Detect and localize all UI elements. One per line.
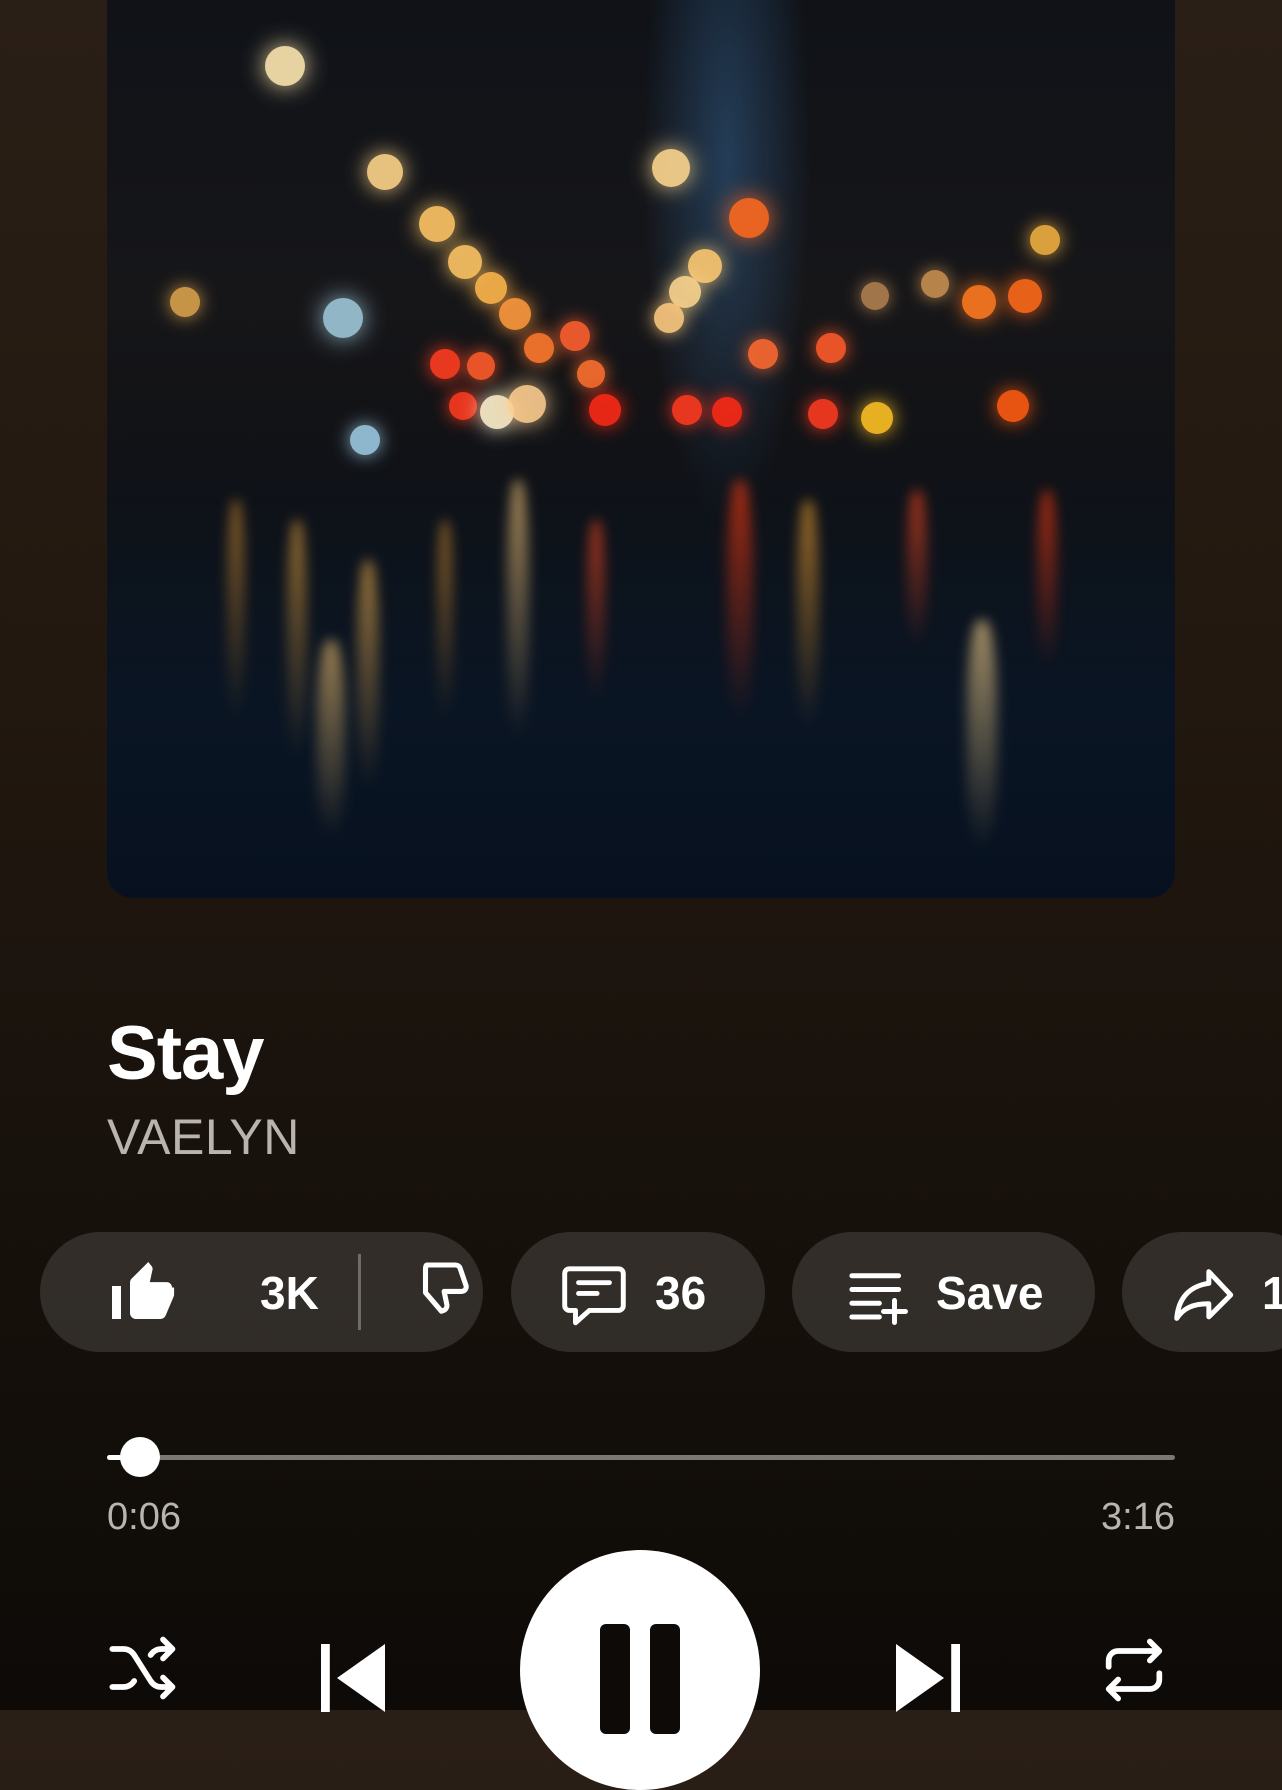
share-count: 1 (1262, 1267, 1282, 1319)
bokeh-light (654, 303, 684, 333)
comment-icon (562, 1266, 626, 1326)
comments-button[interactable]: 36 (511, 1232, 765, 1352)
bokeh-light (430, 349, 460, 379)
light-reflection (1037, 490, 1057, 670)
bokeh-light (350, 425, 380, 455)
bokeh-light (560, 321, 590, 351)
bokeh-light (589, 394, 621, 426)
track-artist[interactable]: VAELYN (107, 1108, 300, 1166)
bokeh-light (921, 270, 949, 298)
share-icon (1174, 1269, 1234, 1321)
like-dislike-chip: 3K (40, 1232, 483, 1352)
bokeh-light (475, 272, 507, 304)
light-reflection (727, 480, 753, 720)
bokeh-light (467, 352, 495, 380)
like-count: 3K (260, 1267, 319, 1319)
bokeh-light (1030, 225, 1060, 255)
bokeh-light (652, 149, 690, 187)
repeat-button[interactable] (1096, 1632, 1172, 1713)
bokeh-light (808, 399, 838, 429)
share-button[interactable]: 1 (1122, 1232, 1282, 1352)
bokeh-light (861, 402, 893, 434)
light-reflection (797, 500, 819, 730)
current-time: 0:06 (107, 1496, 181, 1538)
pause-icon-bar (650, 1624, 680, 1734)
bokeh-light (508, 385, 546, 423)
bokeh-light (729, 198, 769, 238)
total-time: 3:16 (1101, 1496, 1175, 1538)
bokeh-light (419, 206, 455, 242)
light-reflection (507, 480, 529, 740)
light-reflection (287, 520, 307, 760)
bokeh-light (170, 287, 200, 317)
light-reflection (437, 520, 453, 720)
light-reflection (357, 560, 379, 790)
playlist-add-icon (849, 1273, 908, 1325)
playlist-add-icon-wrap (844, 1262, 912, 1328)
bokeh-light (962, 285, 996, 319)
shuffle-icon (109, 1636, 176, 1700)
bokeh-light (577, 360, 605, 388)
bokeh-light (449, 392, 477, 420)
chip-divider (358, 1254, 361, 1330)
light-reflection (317, 640, 345, 840)
bokeh-light (448, 245, 482, 279)
bokeh-light (499, 298, 531, 330)
thumbs-up-icon (112, 1262, 175, 1319)
bokeh-light (997, 390, 1029, 422)
album-art (107, 0, 1175, 898)
light-reflection (967, 620, 997, 850)
light-reflection (227, 500, 245, 720)
previous-button[interactable] (305, 1628, 401, 1729)
progress-thumb[interactable] (120, 1437, 161, 1477)
share-icon-wrap (1166, 1260, 1240, 1330)
light-reflection (907, 490, 927, 650)
bokeh-light (524, 333, 554, 363)
comment-icon-wrap (557, 1258, 631, 1332)
comment-count: 36 (655, 1267, 707, 1319)
light-reflection (587, 520, 605, 700)
bokeh-light (1008, 279, 1042, 313)
bokeh-light (712, 397, 742, 427)
progress-track[interactable] (107, 1455, 1175, 1460)
bokeh-light (367, 154, 403, 190)
bokeh-light (861, 282, 889, 310)
next-button[interactable] (880, 1628, 976, 1729)
shuffle-button[interactable] (106, 1630, 182, 1711)
like-button[interactable] (106, 1256, 178, 1328)
bokeh-light (748, 339, 778, 369)
save-button[interactable]: Save (792, 1232, 1095, 1352)
dislike-button[interactable] (400, 1256, 472, 1328)
bokeh-light (265, 46, 305, 86)
track-title: Stay (107, 1011, 265, 1096)
album-art-street (107, 410, 1175, 898)
thumbs-down-icon (422, 1262, 469, 1314)
pause-icon (600, 1624, 630, 1734)
bokeh-light (816, 333, 846, 363)
bokeh-light (323, 298, 363, 338)
bokeh-light (672, 395, 702, 425)
repeat-icon (1105, 1638, 1163, 1702)
save-label: Save (936, 1267, 1044, 1319)
pause-button[interactable] (520, 1550, 760, 1790)
